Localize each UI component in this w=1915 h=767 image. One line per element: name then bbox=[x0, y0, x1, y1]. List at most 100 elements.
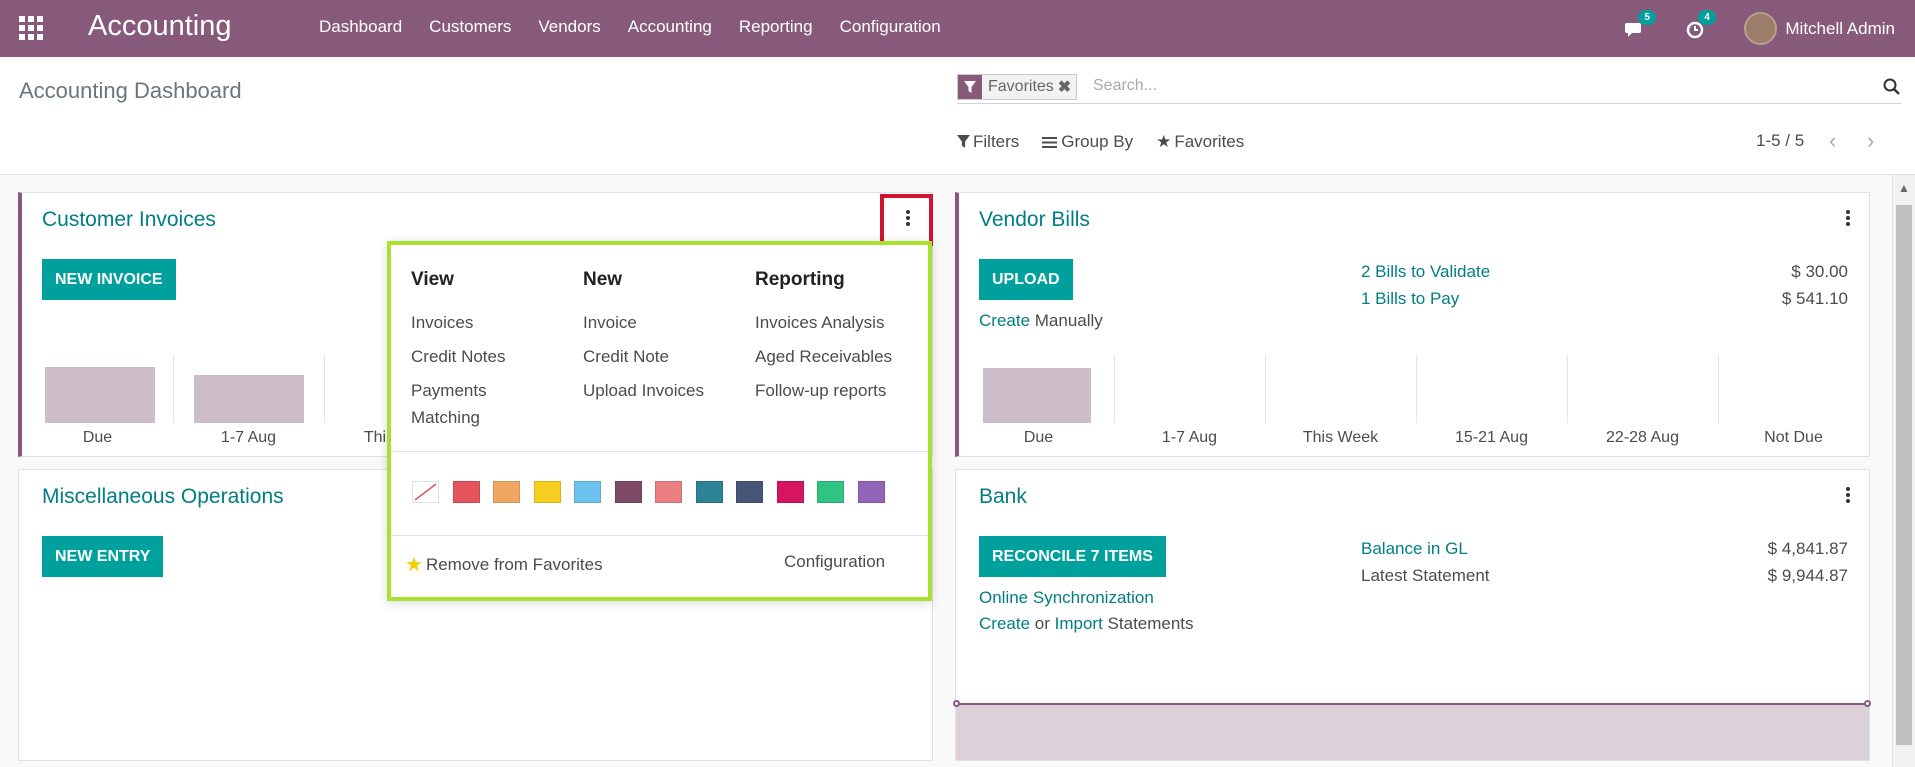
bank-row: Balance in GL $ 4,841.87 bbox=[1361, 539, 1848, 559]
or-text: or bbox=[1034, 614, 1050, 633]
menu-dashboard[interactable]: Dashboard bbox=[319, 17, 402, 37]
menu-item-invoices-analysis[interactable]: Invoices Analysis bbox=[755, 311, 892, 334]
menu-item-invoices[interactable]: Invoices bbox=[411, 311, 505, 334]
chart-bar bbox=[983, 368, 1091, 423]
new-entry-button[interactable]: NEW ENTRY bbox=[42, 536, 164, 577]
app-name[interactable]: Accounting bbox=[88, 10, 232, 43]
scroll-thumb[interactable] bbox=[1896, 205, 1912, 745]
latest-statement-label: Latest Statement bbox=[1361, 566, 1490, 585]
chart-column bbox=[1567, 355, 1718, 423]
menu-item-credit-notes[interactable]: Credit Notes bbox=[411, 345, 505, 368]
view-section: View Invoices Credit Notes Payments Matc… bbox=[411, 269, 505, 440]
messages-icon[interactable]: 5 bbox=[1624, 9, 1656, 40]
x-label: 22-28 Aug bbox=[1606, 429, 1679, 446]
menu-vendors[interactable]: Vendors bbox=[538, 17, 600, 37]
new-heading: New bbox=[583, 269, 623, 290]
upload-button[interactable]: UPLOAD bbox=[979, 259, 1073, 300]
x-label: 1-7 Aug bbox=[1161, 429, 1218, 446]
divider bbox=[391, 535, 928, 536]
search-icon[interactable] bbox=[1883, 78, 1901, 101]
color-swatch[interactable] bbox=[574, 481, 601, 503]
card-menu-icon[interactable] bbox=[906, 210, 910, 228]
card-dropdown-menu: View Invoices Credit Notes Payments Matc… bbox=[387, 241, 932, 601]
color-swatch[interactable] bbox=[533, 481, 561, 503]
color-swatch[interactable] bbox=[736, 481, 763, 503]
card-title[interactable]: Customer Invoices bbox=[42, 208, 216, 232]
color-swatch[interactable] bbox=[452, 481, 480, 503]
chart-column bbox=[963, 355, 1114, 423]
create-statement-link[interactable]: Create bbox=[979, 614, 1030, 633]
chart-column bbox=[1718, 355, 1869, 423]
menu-item-matching[interactable]: Matching bbox=[411, 406, 505, 429]
pager-next-icon[interactable]: › bbox=[1867, 128, 1874, 154]
color-swatch[interactable] bbox=[776, 481, 804, 503]
activities-icon[interactable]: 4 bbox=[1684, 9, 1716, 40]
menu-item-follow-up-reports[interactable]: Follow-up reports bbox=[755, 379, 892, 402]
card-title[interactable]: Vendor Bills bbox=[979, 208, 1090, 232]
create-link[interactable]: Create bbox=[979, 311, 1030, 330]
menu-reporting[interactable]: Reporting bbox=[739, 17, 813, 37]
statements-text: Statements bbox=[1107, 614, 1194, 633]
card-menu-icon[interactable] bbox=[1846, 487, 1850, 505]
star-icon: ★ bbox=[1156, 132, 1172, 151]
user-avatar[interactable] bbox=[1744, 12, 1778, 45]
bills-amount: $ 541.10 bbox=[1781, 289, 1848, 308]
menu-accounting[interactable]: Accounting bbox=[628, 17, 712, 37]
menu-item-invoice[interactable]: Invoice bbox=[583, 311, 704, 334]
scroll-up-icon[interactable]: ▲ bbox=[1898, 181, 1910, 195]
chart-x-labels: Due 1-7 Aug This Week 15-21 Aug 22-28 Au… bbox=[963, 429, 1869, 447]
filters-label: Filters bbox=[973, 132, 1020, 151]
card-title[interactable]: Miscellaneous Operations bbox=[42, 485, 284, 509]
pager-previous-icon[interactable]: ‹ bbox=[1829, 128, 1836, 154]
online-sync-link[interactable]: Online Synchronization bbox=[979, 588, 1154, 608]
facet-label: Favorites bbox=[988, 78, 1054, 95]
view-heading: View bbox=[411, 269, 454, 290]
card-title[interactable]: Bank bbox=[979, 485, 1027, 509]
breadcrumb: Accounting Dashboard bbox=[19, 78, 242, 103]
import-statement-link[interactable]: Import bbox=[1055, 614, 1103, 633]
bank-card: Bank RECONCILE 7 ITEMS Balance in GL $ 4… bbox=[953, 469, 1871, 761]
search-input[interactable] bbox=[1091, 76, 1791, 96]
apps-menu-icon[interactable] bbox=[18, 16, 44, 40]
color-swatch-none[interactable] bbox=[412, 481, 439, 503]
facet-remove-icon[interactable]: ✖ bbox=[1058, 75, 1076, 99]
vendor-bills-card: Vendor Bills UPLOAD Create Manually 2 Bi… bbox=[955, 192, 1870, 457]
graph-point bbox=[1864, 700, 1871, 707]
configuration-link[interactable]: Configuration bbox=[784, 552, 885, 572]
color-swatch[interactable] bbox=[614, 481, 642, 503]
new-invoice-button[interactable]: NEW INVOICE bbox=[42, 259, 176, 300]
menu-customers[interactable]: Customers bbox=[429, 17, 511, 37]
user-name[interactable]: Mitchell Admin bbox=[1785, 19, 1895, 39]
filter-icon bbox=[957, 135, 970, 148]
scrollbar[interactable]: ▲ bbox=[1892, 175, 1915, 767]
reporting-section: Reporting Invoices Analysis Aged Receiva… bbox=[755, 269, 892, 413]
reconcile-button[interactable]: RECONCILE 7 ITEMS bbox=[979, 536, 1166, 577]
groupby-toggle[interactable]: Group By bbox=[1042, 132, 1133, 152]
card-menu-icon[interactable] bbox=[1846, 210, 1850, 228]
remove-from-favorites[interactable]: ★ Remove from Favorites bbox=[405, 552, 603, 577]
search-bar: Favorites ✖ bbox=[957, 74, 1901, 104]
main-menu: Dashboard Customers Vendors Accounting R… bbox=[319, 17, 968, 37]
menu-configuration[interactable]: Configuration bbox=[840, 17, 941, 37]
balance-in-gl-link[interactable]: Balance in GL bbox=[1361, 539, 1468, 559]
menu-item-upload-invoices[interactable]: Upload Invoices bbox=[583, 379, 704, 402]
pager-value[interactable]: 1-5 / 5 bbox=[1756, 131, 1804, 151]
menu-item-aged-receivables[interactable]: Aged Receivables bbox=[755, 345, 892, 368]
menu-item-payments[interactable]: Payments bbox=[411, 379, 505, 402]
chart-bar bbox=[194, 375, 304, 423]
chart-column bbox=[1114, 355, 1265, 423]
color-swatch[interactable] bbox=[493, 481, 520, 503]
color-swatch[interactable] bbox=[695, 481, 723, 503]
chart-column bbox=[1416, 355, 1567, 423]
bills-to-pay-link[interactable]: 1 Bills to Pay bbox=[1361, 289, 1459, 309]
chart-bar bbox=[45, 367, 155, 423]
menu-item-credit-note[interactable]: Credit Note bbox=[583, 345, 704, 368]
groupby-label: Group By bbox=[1061, 132, 1134, 151]
favorites-toggle[interactable]: ★ Favorites bbox=[1156, 132, 1244, 152]
search-options: Filters Group By ★ Favorites bbox=[957, 132, 1267, 152]
filters-toggle[interactable]: Filters bbox=[957, 132, 1019, 152]
color-swatch[interactable] bbox=[655, 481, 682, 503]
color-swatch[interactable] bbox=[857, 481, 885, 503]
bills-to-validate-link[interactable]: 2 Bills to Validate bbox=[1361, 262, 1490, 282]
color-swatch[interactable] bbox=[817, 481, 844, 503]
